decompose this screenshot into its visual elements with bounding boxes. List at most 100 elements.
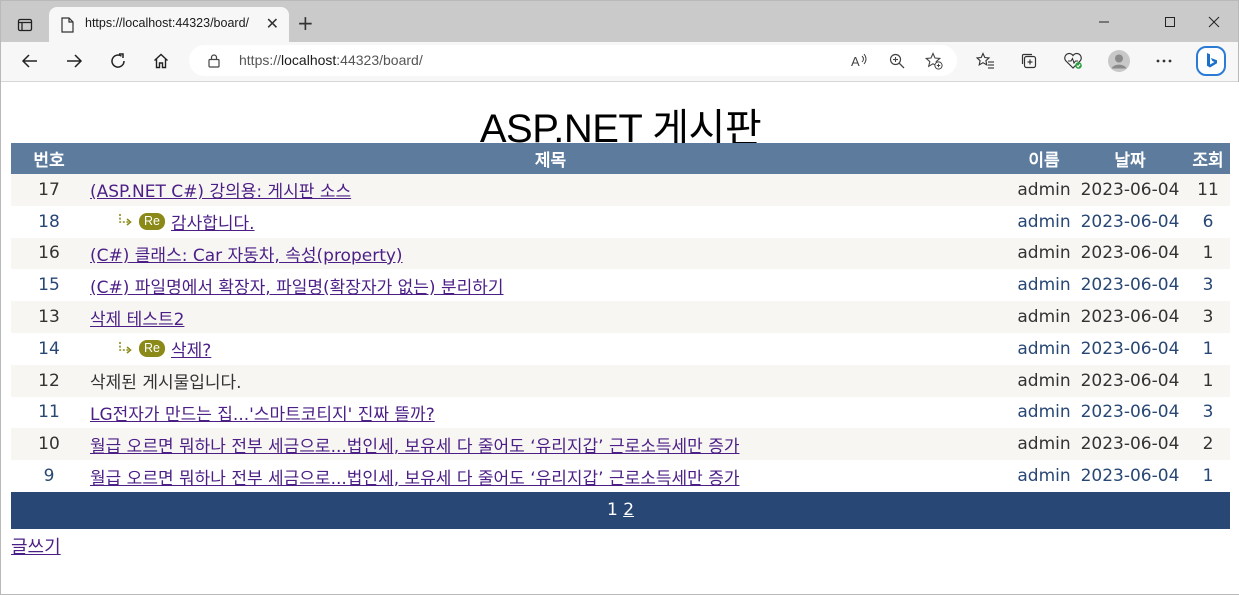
close-tab-icon[interactable]: ✕	[266, 16, 279, 32]
back-icon[interactable]	[15, 46, 45, 76]
header-views: 조회	[1186, 143, 1230, 174]
tab-title: https://localhost:44323/board/	[85, 16, 250, 30]
table-header-row: 번호 제목 이름 날짜 조회	[11, 143, 1230, 174]
bing-copilot-icon[interactable]	[1195, 45, 1227, 77]
row-date: 2023-06-04	[1074, 332, 1186, 365]
row-date: 2023-06-04	[1074, 460, 1186, 492]
row-views: 6	[1186, 205, 1230, 238]
add-favorite-icon[interactable]	[923, 50, 945, 72]
table-row: 16 (C#) 클래스: Car 자동차, 속성(property) admin 20…	[11, 237, 1230, 270]
tab-actions-icon[interactable]	[11, 11, 39, 39]
board-body: 17 (ASP.NET C#) 강의용: 게시판 소스 admin 2023-06-0…	[11, 174, 1230, 492]
address-bar[interactable]: https://localhost:44323/board/ A	[189, 45, 957, 76]
url-path: :44323/board/	[336, 52, 423, 68]
row-author: admin	[1014, 301, 1074, 333]
post-title-link[interactable]: 삭제?	[171, 336, 211, 361]
post-title-link[interactable]: (C#) 파일명에서 확장자, 파일명(확장자가 없는) 분리하기	[90, 278, 504, 298]
row-num: 16	[11, 237, 87, 270]
lock-icon[interactable]	[207, 53, 221, 72]
header-title: 제목	[87, 143, 1014, 174]
row-title-cell: 삭제 테스트2	[87, 301, 1014, 333]
write-post-link[interactable]: 글쓰기	[11, 533, 61, 559]
row-title-cell: (ASP.NET C#) 강의용: 게시판 소스	[87, 174, 1014, 206]
tab-strip: https://localhost:44323/board/ ✕ +	[1, 1, 1238, 42]
browser-toolbar: https://localhost:44323/board/ A	[1, 42, 1238, 82]
row-title-cell: Re 삭제?	[87, 332, 1014, 365]
row-num: 11	[11, 396, 87, 429]
board-table: 번호 제목 이름 날짜 조회 17 (ASP.NET C#) 강의용: 게시판 소…	[11, 143, 1230, 529]
svg-text:A: A	[851, 54, 860, 69]
browser-window: https://localhost:44323/board/ ✕ + https…	[0, 0, 1239, 595]
row-title-cell: LG전자가 만드는 집...'스마트코티지' 진짜 뜰까?	[87, 396, 1014, 429]
row-author: admin	[1014, 237, 1074, 270]
close-window-icon[interactable]	[1191, 9, 1237, 35]
reply-indent: Re 삭제?	[90, 336, 211, 361]
zoom-icon[interactable]	[886, 50, 908, 72]
row-title-cell: (C#) 파일명에서 확장자, 파일명(확장자가 없는) 분리하기	[87, 269, 1014, 302]
row-views: 2	[1186, 428, 1230, 461]
row-views: 1	[1186, 460, 1230, 492]
deleted-post-text: 삭제된 게시물입니다.	[90, 373, 242, 394]
row-views: 1	[1186, 332, 1230, 365]
page-content: ASP.NET 게시판 번호 제목 이름 날짜 조회 17 (ASP.NET C#…	[1, 82, 1239, 594]
browser-tab[interactable]: https://localhost:44323/board/ ✕	[49, 7, 289, 42]
row-date: 2023-06-04	[1074, 205, 1186, 238]
read-aloud-icon[interactable]: A	[849, 50, 871, 72]
row-title-cell: 월급 오르면 뭐하나 전부 세금으로...법인세, 보유세 다 줄어도 ‘유리지…	[87, 460, 1014, 492]
row-date: 2023-06-04	[1074, 269, 1186, 302]
reply-arrow-icon	[119, 341, 132, 354]
row-title-cell: 삭제된 게시물입니다.	[87, 364, 1014, 397]
row-date: 2023-06-04	[1074, 396, 1186, 429]
pager: 1 2	[11, 491, 1230, 529]
row-title-cell: Re 감사합니다.	[87, 205, 1014, 238]
post-title-link[interactable]: (C#) 클래스: Car 자동차, 속성(property)	[90, 246, 403, 266]
post-title-link[interactable]: 감사합니다.	[171, 209, 255, 234]
forward-icon[interactable]	[59, 46, 89, 76]
reply-indent: Re 감사합니다.	[90, 209, 255, 234]
header-date: 날짜	[1074, 143, 1186, 174]
refresh-icon[interactable]	[103, 46, 133, 76]
more-options-icon[interactable]	[1149, 46, 1179, 76]
row-author: admin	[1014, 174, 1074, 206]
home-icon[interactable]	[146, 46, 176, 76]
table-row: 10 월급 오르면 뭐하나 전부 세금으로...법인세, 보유세 다 줄어도 ‘유…	[11, 428, 1230, 461]
browser-essentials-icon[interactable]	[1058, 46, 1088, 76]
header-name: 이름	[1014, 143, 1074, 174]
pager-page-link[interactable]: 2	[623, 500, 634, 520]
row-views: 11	[1186, 174, 1230, 206]
table-row: 18 Re 감사합니다. admin 2023-06-04 6	[11, 205, 1230, 238]
post-title-link[interactable]: (ASP.NET C#) 강의용: 게시판 소스	[90, 182, 351, 202]
row-views: 1	[1186, 237, 1230, 270]
row-date: 2023-06-04	[1074, 237, 1186, 270]
row-num: 14	[11, 332, 87, 365]
table-row: 13 삭제 테스트2 admin 2023-06-04 3	[11, 301, 1230, 333]
favorites-icon[interactable]	[970, 46, 1000, 76]
post-title-link[interactable]: LG전자가 만드는 집...'스마트코티지' 진짜 뜰까?	[90, 405, 435, 425]
pager-current-page: 1	[606, 500, 618, 521]
row-num: 9	[11, 460, 87, 492]
post-title-link[interactable]: 삭제 테스트2	[90, 310, 184, 330]
page-icon	[61, 17, 74, 37]
profile-avatar-icon[interactable]	[1104, 46, 1134, 76]
collections-icon[interactable]	[1014, 46, 1044, 76]
post-title-link[interactable]: 월급 오르면 뭐하나 전부 세금으로...법인세, 보유세 다 줄어도 ‘유리지…	[90, 469, 740, 489]
row-date: 2023-06-04	[1074, 174, 1186, 206]
reply-arrow-icon	[119, 214, 132, 227]
new-tab-icon[interactable]: +	[297, 13, 314, 33]
row-title-cell: 월급 오르면 뭐하나 전부 세금으로...법인세, 보유세 다 줄어도 ‘유리지…	[87, 428, 1014, 461]
row-date: 2023-06-04	[1074, 428, 1186, 461]
row-author: admin	[1014, 269, 1074, 302]
row-title-cell: (C#) 클래스: Car 자동차, 속성(property)	[87, 237, 1014, 270]
row-author: admin	[1014, 205, 1074, 238]
row-views: 1	[1186, 364, 1230, 397]
maximize-icon[interactable]	[1147, 9, 1193, 35]
minimize-icon[interactable]	[1081, 9, 1127, 35]
table-row: 9 월급 오르면 뭐하나 전부 세금으로...법인세, 보유세 다 줄어도 ‘유리…	[11, 460, 1230, 492]
row-num: 12	[11, 364, 87, 397]
post-title-link[interactable]: 월급 오르면 뭐하나 전부 세금으로...법인세, 보유세 다 줄어도 ‘유리지…	[90, 437, 740, 457]
url-text: https://localhost:44323/board/	[239, 52, 423, 68]
table-row: 14 Re 삭제? admin 2023-06-04 1	[11, 332, 1230, 365]
row-views: 3	[1186, 396, 1230, 429]
table-row: 17 (ASP.NET C#) 강의용: 게시판 소스 admin 2023-06-0…	[11, 174, 1230, 206]
table-row: 11 LG전자가 만드는 집...'스마트코티지' 진짜 뜰까? admin 2023…	[11, 396, 1230, 429]
